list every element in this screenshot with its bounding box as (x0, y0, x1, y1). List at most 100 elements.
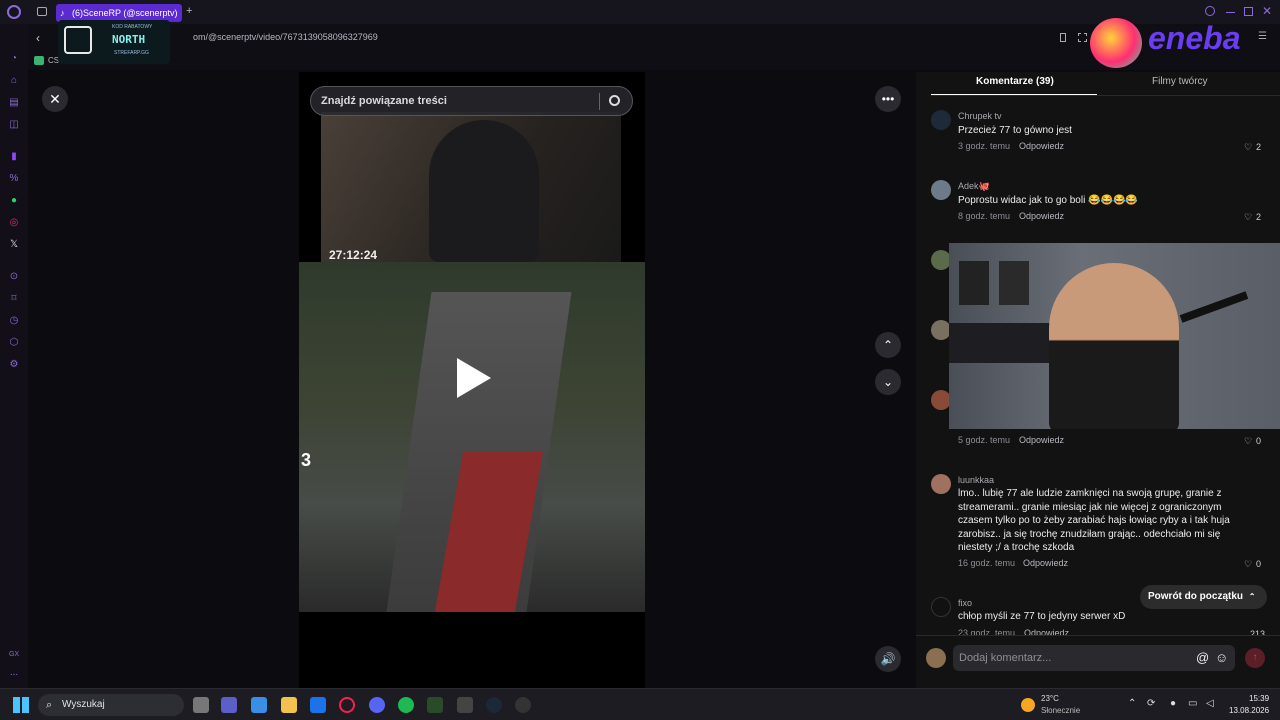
reply-button[interactable]: Odpowiedz (1019, 141, 1064, 151)
tab-creator-videos[interactable]: Filmy twórcy (1152, 76, 1208, 87)
speaker-icon[interactable]: ◁ (1206, 698, 1214, 709)
tray-sync-icon[interactable]: ⟳ (1147, 698, 1155, 709)
xbox-icon[interactable] (427, 697, 443, 713)
video-player[interactable]: 27:12:24 3 (299, 72, 645, 688)
reply-button[interactable]: Odpowiedz (1019, 435, 1064, 445)
reply-button[interactable]: Odpowiedz (1024, 628, 1069, 635)
back-icon[interactable]: ‹ (36, 31, 40, 45)
spotify-icon[interactable] (398, 697, 414, 713)
windows-start-icon[interactable] (13, 697, 29, 713)
like-icon[interactable]: ♡ (1244, 142, 1252, 153)
minimize-icon[interactable] (1226, 12, 1235, 13)
instagram-icon[interactable]: ◎ (7, 216, 21, 230)
microphone-arm (1179, 291, 1249, 323)
side-number: 3 (301, 450, 312, 470)
comment-input[interactable]: Dodaj komentarz... @ ☺ (953, 645, 1235, 671)
news-icon[interactable]: ▤ (7, 96, 21, 110)
tab-manager-icon[interactable] (37, 7, 47, 16)
related-search-bar[interactable]: Znajdź powiązane treści (310, 86, 633, 116)
avatar[interactable] (931, 474, 951, 494)
like-count: 0 (1256, 559, 1262, 569)
rp-logo-icon (64, 26, 92, 54)
search-input[interactable]: Znajdź powiązane treści (321, 95, 447, 107)
clock-date[interactable]: 13.08.2026 (1229, 706, 1269, 715)
teams-icon[interactable] (221, 697, 237, 713)
comment-input-placeholder: Dodaj komentarz... (959, 652, 1052, 664)
avatar[interactable] (931, 320, 951, 340)
reply-button[interactable]: Odpowiedz (1019, 211, 1064, 221)
comment-username[interactable]: Chrupek tv (958, 111, 1002, 121)
avatar[interactable] (931, 597, 951, 617)
comment-time: 3 godz. temu (958, 141, 1011, 151)
send-button[interactable]: ↑ (1245, 648, 1265, 668)
tab-comments[interactable]: Komentarze (39) (976, 76, 1054, 87)
weather-temp[interactable]: 23°C (1041, 694, 1059, 703)
promo-overlay: KOD RABATOWY NORTH STREFARP.GG (58, 20, 170, 64)
eneba-logo: eneba (1148, 20, 1241, 56)
speed-dial-icon[interactable]: ◔ (7, 52, 21, 66)
whatsapp-icon[interactable]: ● (7, 194, 21, 208)
avatar[interactable] (931, 250, 951, 270)
outlook-icon[interactable] (310, 697, 326, 713)
like-icon[interactable]: ♡ (1244, 212, 1252, 223)
extensions-icon[interactable]: ⬡ (7, 336, 21, 350)
previous-video-button[interactable]: ⌃ (875, 332, 901, 358)
player-icon[interactable]: ⊙ (7, 270, 21, 284)
pin-icon[interactable] (1060, 33, 1066, 42)
tab-title: (6)SceneRP (@scenerptv) (72, 8, 178, 18)
snapshot-icon[interactable] (1078, 33, 1087, 42)
discord-icon[interactable] (369, 697, 385, 713)
search-icon[interactable] (609, 95, 620, 106)
opera-gx-icon[interactable] (339, 697, 355, 713)
close-viewer-button[interactable]: ✕ (42, 86, 68, 112)
overlay-timer: 27:12:24 (329, 248, 378, 262)
settings-icon[interactable]: ⚙ (7, 358, 21, 372)
microphone-icon[interactable]: ● (1170, 698, 1176, 709)
messenger-icon[interactable]: ◫ (7, 118, 21, 132)
taskbar-search[interactable]: ⌕ Wyszukaj (38, 694, 184, 716)
tray-chevron-icon[interactable]: ⌃ (1128, 698, 1136, 709)
streamer-figure (429, 120, 539, 262)
gx-label[interactable]: GX (7, 648, 21, 662)
history-icon[interactable]: ◷ (7, 314, 21, 328)
avatar[interactable] (931, 180, 951, 200)
editor-icon[interactable] (457, 697, 473, 713)
weather-desc[interactable]: Słonecznie (1041, 706, 1080, 715)
avatar[interactable] (931, 390, 951, 410)
x-icon[interactable]: 𝕏 (7, 238, 21, 252)
more-options-button[interactable]: ••• (875, 86, 901, 112)
comment-username[interactable]: fixo (958, 598, 972, 608)
new-tab-button[interactable]: + (186, 5, 192, 17)
mention-icon[interactable]: @ (1196, 650, 1209, 665)
task-view-icon[interactable] (193, 697, 209, 713)
next-video-button[interactable]: ⌄ (875, 369, 901, 395)
reply-button[interactable]: Odpowiedz (1023, 558, 1068, 568)
clock-time[interactable]: 15:39 (1249, 694, 1269, 703)
comment-text: Poprostu widac jak to go boli 😂😂😂😂 (958, 195, 1138, 206)
comment-username[interactable]: Adek🐙 (958, 181, 990, 192)
url-text[interactable]: om/@scenerptv/video/7673139058096327969 (193, 32, 378, 42)
like-count: 2 (1256, 212, 1262, 222)
network-icon[interactable]: ▭ (1188, 698, 1197, 709)
emoji-icon[interactable]: ☺ (1215, 650, 1228, 665)
more-icon[interactable]: ... (7, 666, 21, 680)
comment-username[interactable]: luunkkaa (958, 475, 994, 485)
play-icon[interactable] (457, 358, 491, 398)
weather-sun-icon[interactable] (1021, 698, 1035, 712)
volume-button[interactable]: 🔊 (875, 646, 901, 672)
file-explorer-icon[interactable] (281, 697, 297, 713)
gx-corner-icon[interactable]: ⌂ (7, 74, 21, 88)
tabs-divider (931, 95, 1280, 96)
twitch-icon[interactable]: ▮ (7, 150, 21, 164)
opera-logo-icon[interactable] (7, 5, 21, 19)
avatar[interactable] (931, 110, 951, 130)
discount-icon[interactable]: % (7, 172, 21, 186)
my-avatar[interactable] (926, 648, 946, 668)
bookmarks-icon[interactable]: ⌑ (7, 292, 21, 306)
steam-icon[interactable] (486, 697, 502, 713)
like-icon[interactable]: ♡ (1244, 436, 1252, 447)
store-icon[interactable] (251, 697, 267, 713)
back-to-top-button[interactable]: Powrót do początku ⌃ (1140, 585, 1267, 609)
app-icon[interactable] (515, 697, 531, 713)
like-icon[interactable]: ♡ (1244, 559, 1252, 570)
